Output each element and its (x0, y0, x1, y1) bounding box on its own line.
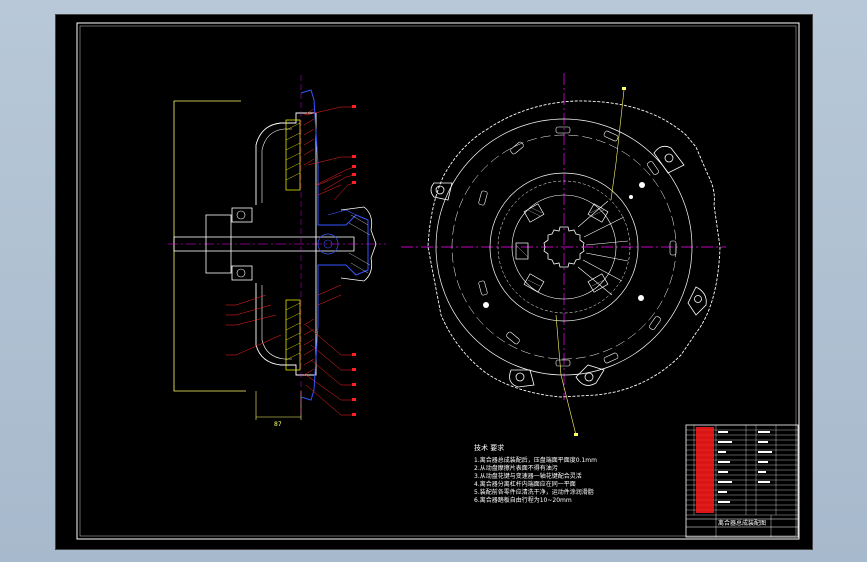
tech-notes-title: 技术 要求 (474, 444, 505, 452)
damper-springs (515, 203, 609, 293)
drawing-name: 离合器总成装配图 (718, 519, 766, 527)
inner-frame (79, 25, 797, 537)
tech-note-6: 6.离合器踏板自由行程为10~20mm (474, 497, 572, 504)
cover-slots (478, 126, 677, 367)
title-block: 离合器总成装配图 (685, 424, 799, 538)
dimension-bracket (173, 100, 246, 392)
side-section-view: 87 (168, 75, 386, 428)
pressure-plate-upper (285, 119, 301, 191)
pressure-plate-lower (285, 299, 301, 371)
outer-frame (76, 22, 800, 540)
part-leader-lines (226, 106, 355, 416)
friction-disc-hatch (303, 108, 342, 376)
bom-highlight (696, 427, 714, 513)
dimension-text: 87 (274, 421, 282, 428)
flywheel (300, 89, 369, 401)
front-view (401, 73, 726, 436)
cad-drawing-canvas: 87 离合器总成装配图 (76, 22, 800, 540)
drawing-sheet: 87 离合器总成装配图 技术 要求 1.离合器总成装配后，压盘端面平面度0.1m… (55, 14, 813, 550)
